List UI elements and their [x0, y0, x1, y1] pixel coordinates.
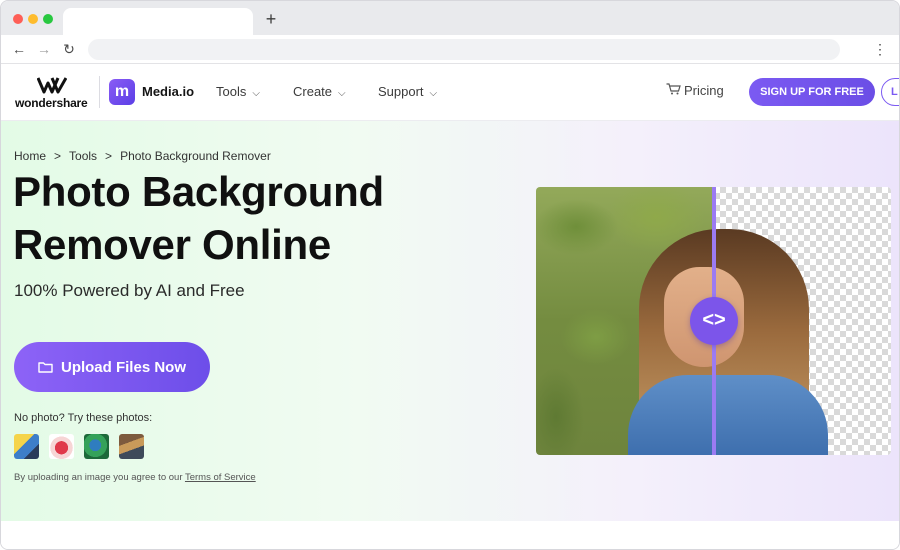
- product-name[interactable]: Media.io: [142, 84, 194, 99]
- pricing-link[interactable]: Pricing: [666, 83, 724, 98]
- chevron-down-icon: ⌵: [429, 88, 438, 99]
- nav-support[interactable]: Support ⌵: [378, 84, 437, 99]
- folder-icon: [38, 361, 53, 373]
- compare-slider-handle[interactable]: <>: [690, 297, 738, 345]
- sample-photo-1[interactable]: [14, 434, 39, 459]
- maximize-window-button[interactable]: [43, 14, 53, 24]
- breadcrumb: Home > Tools > Photo Background Remover: [14, 149, 271, 163]
- address-bar: ← → ↻ ⋮: [1, 35, 899, 64]
- minimize-window-button[interactable]: [28, 14, 38, 24]
- nav-create-label: Create: [293, 84, 333, 99]
- page-subtitle: 100% Powered by AI and Free: [14, 281, 245, 300]
- nav-tools-label: Tools: [216, 84, 247, 99]
- close-window-button[interactable]: [13, 14, 23, 24]
- breadcrumb-tools[interactable]: Tools: [69, 149, 97, 163]
- page-title: Photo Background Remover Online: [13, 168, 384, 268]
- reload-icon[interactable]: ↻: [60, 39, 78, 59]
- sample-photo-4[interactable]: [119, 434, 144, 459]
- before-after-preview: <>: [536, 187, 891, 455]
- back-icon[interactable]: ←: [10, 39, 28, 59]
- terms-prefix: By uploading an image you agree to our: [14, 472, 183, 483]
- breadcrumb-home[interactable]: Home: [14, 149, 46, 163]
- new-tab-button[interactable]: +: [263, 9, 279, 29]
- sample-photos-label: No photo? Try these photos:: [14, 412, 153, 424]
- pricing-label: Pricing: [684, 83, 724, 98]
- terms-notice: By uploading an image you agree to our T…: [14, 472, 256, 483]
- wondershare-logo[interactable]: wondershare: [15, 76, 89, 110]
- breadcrumb-separator: >: [105, 149, 113, 163]
- person-jacket: [628, 375, 828, 455]
- nav-tools[interactable]: Tools ⌵: [216, 84, 260, 99]
- header-divider: [99, 76, 100, 108]
- browser-window: + ← → ↻ ⋮ wondershare m Media.io Tools ⌵ …: [0, 0, 900, 550]
- terms-of-service-link[interactable]: Terms of Service: [185, 472, 256, 483]
- media-io-logo-icon[interactable]: m: [109, 79, 135, 105]
- nav-support-label: Support: [378, 84, 424, 99]
- cart-icon: [666, 83, 681, 95]
- sample-photo-3[interactable]: [84, 434, 109, 459]
- login-button[interactable]: L: [881, 78, 899, 106]
- hero-section: Home > Tools > Photo Background Remover Phot…: [1, 121, 899, 521]
- wondershare-mark-icon: [37, 77, 67, 94]
- site-header: wondershare m Media.io Tools ⌵ Create ⌵ Su…: [1, 64, 899, 121]
- breadcrumb-current: Photo Background Remover: [120, 149, 271, 163]
- page-footer-strip: [1, 521, 899, 549]
- browser-menu-icon[interactable]: ⋮: [873, 39, 887, 59]
- breadcrumb-separator: >: [54, 149, 62, 163]
- url-input[interactable]: [88, 39, 840, 60]
- upload-label: Upload Files Now: [60, 358, 186, 376]
- browser-tab[interactable]: [63, 8, 253, 35]
- chevron-down-icon: ⌵: [338, 88, 346, 99]
- chevron-down-icon: ⌵: [252, 88, 260, 99]
- signup-button[interactable]: SIGN UP FOR FREE: [749, 78, 875, 106]
- forward-icon[interactable]: →: [35, 39, 53, 59]
- nav-create[interactable]: Create ⌵: [293, 84, 346, 99]
- tab-bar: +: [1, 1, 899, 35]
- brand-name: wondershare: [15, 96, 88, 110]
- upload-files-button[interactable]: Upload Files Now: [14, 342, 210, 392]
- sample-photo-2[interactable]: [49, 434, 74, 459]
